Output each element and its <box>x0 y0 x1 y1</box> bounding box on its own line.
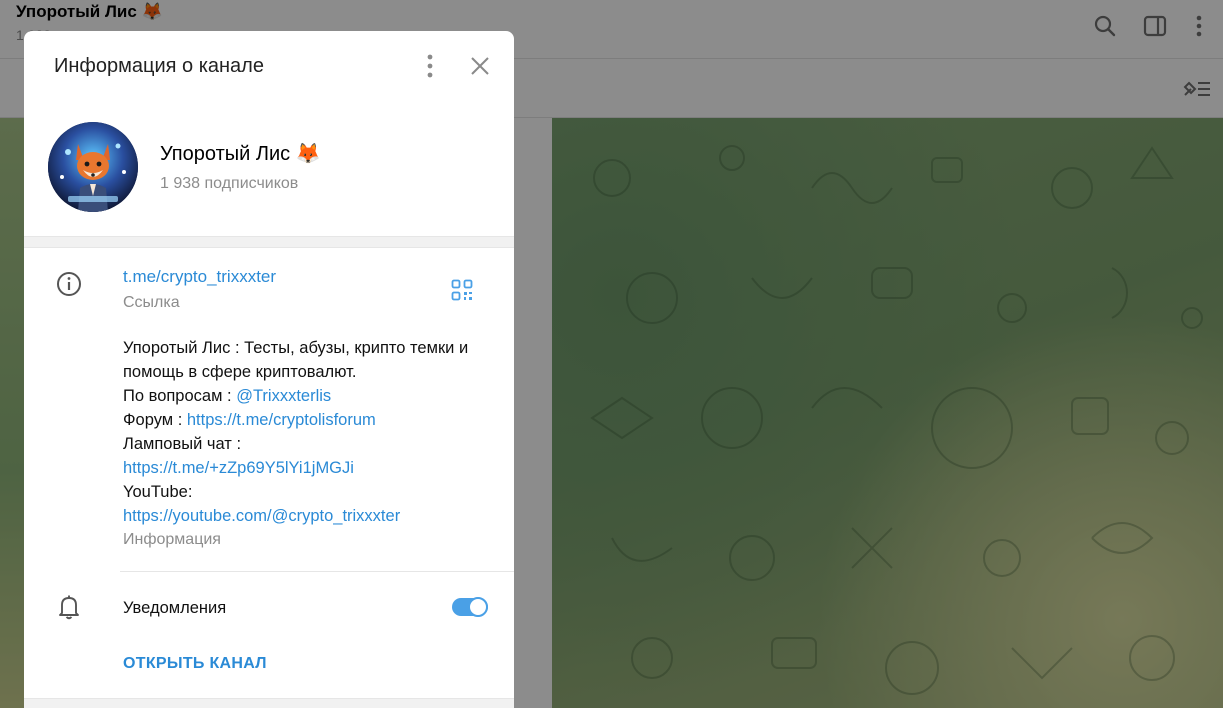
qr-code-icon[interactable] <box>451 279 473 301</box>
bell-icon <box>59 595 79 620</box>
forum-link[interactable]: https://t.me/cryptolisforum <box>187 411 376 429</box>
info-icon <box>57 272 81 296</box>
channel-description: Упоротый Лис : Тесты, абузы, крипто темк… <box>123 336 493 528</box>
notifications-label: Уведомления <box>123 599 227 617</box>
description-line: помощь в сфере криптовалют. <box>123 363 357 381</box>
dialog-header: Информация о канале <box>24 31 514 101</box>
more-vertical-icon[interactable] <box>418 53 442 79</box>
fox-avatar-image <box>48 122 138 212</box>
notifications-toggle[interactable] <box>452 597 488 617</box>
channel-info-dialog: Информация о канале Упоротый Лис 🦊 1 938… <box>24 31 514 708</box>
subscriber-count: 1 938 подписчиков <box>160 175 299 192</box>
description-line: Упоротый Лис : Тесты, абузы, крипто темк… <box>123 339 469 357</box>
questions-line: По вопросам : @Trixxxterlis <box>123 384 493 408</box>
section-divider <box>24 236 514 248</box>
dialog-title: Информация о канале <box>54 55 264 77</box>
close-icon[interactable] <box>467 53 493 79</box>
chat-label: Ламповый чат : <box>123 435 242 453</box>
open-channel-button[interactable]: ОТКРЫТЬ КАНАЛ <box>123 655 267 673</box>
channel-avatar[interactable] <box>48 122 138 212</box>
chat-invite-link[interactable]: https://t.me/+zZp69Y5lYi1jMGJi <box>123 459 354 477</box>
link-label: Ссылка <box>123 294 180 311</box>
forum-line: Форум : https://t.me/cryptolisforum <box>123 408 493 432</box>
section-divider <box>24 698 514 708</box>
channel-name: Упоротый Лис 🦊 <box>160 143 321 165</box>
channel-link[interactable]: t.me/crypto_trixxxter <box>123 267 276 287</box>
description-label: Информация <box>123 531 221 548</box>
row-separator <box>120 571 514 572</box>
youtube-label: YouTube: <box>123 483 193 501</box>
toggle-knob <box>468 597 488 617</box>
questions-prefix: По вопросам : <box>123 387 237 405</box>
forum-prefix: Форум : <box>123 411 187 429</box>
youtube-link[interactable]: https://youtube.com/@crypto_trixxxter <box>123 507 400 525</box>
questions-link[interactable]: @Trixxxterlis <box>236 387 331 405</box>
